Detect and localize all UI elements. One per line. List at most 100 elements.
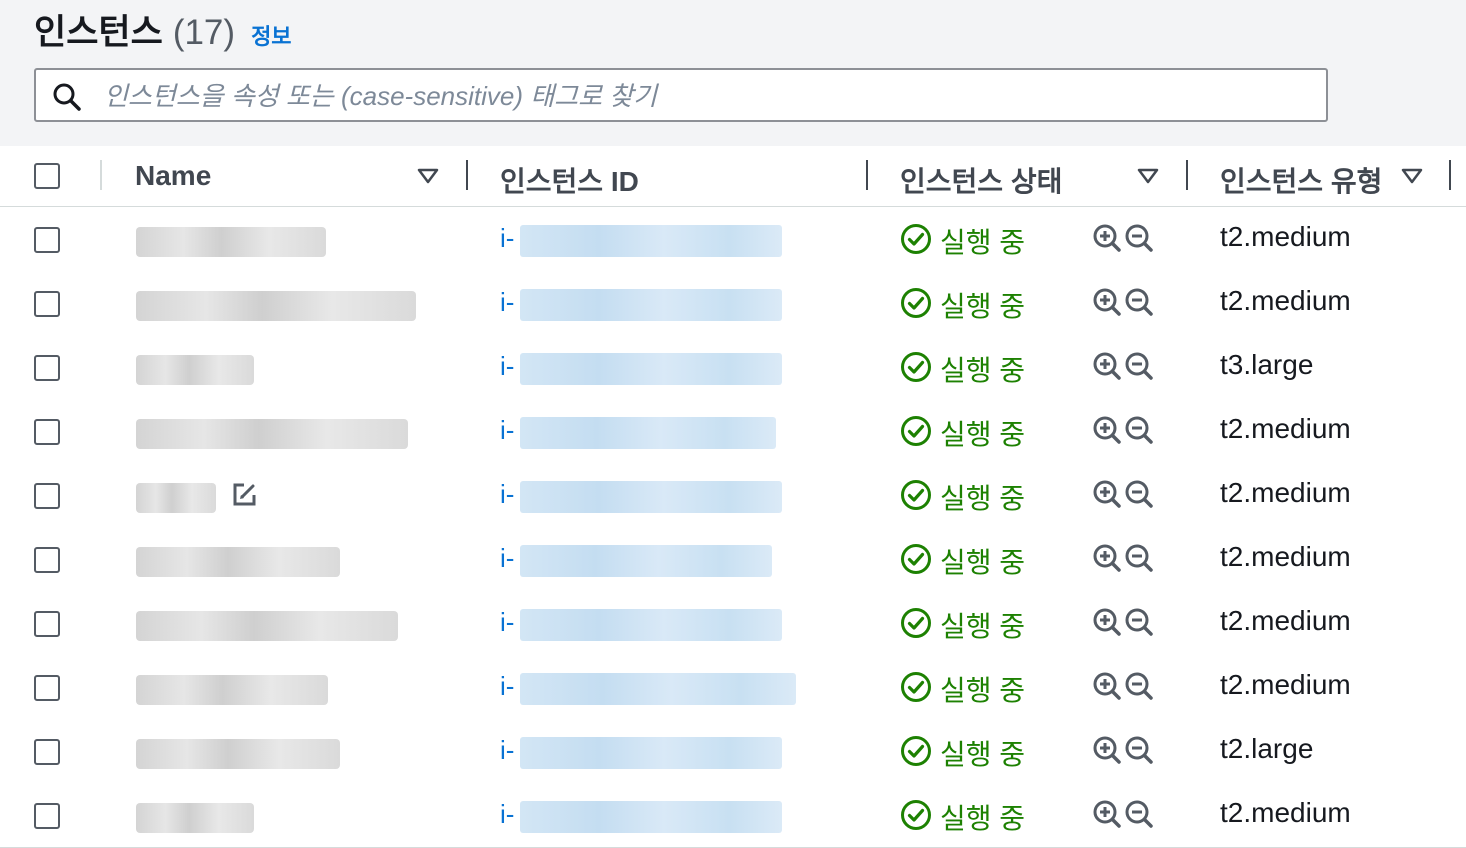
row-checkbox[interactable]: [34, 675, 60, 701]
row-checkbox[interactable]: [34, 547, 60, 573]
instance-id-link[interactable]: i-: [500, 735, 514, 766]
column-resizer[interactable]: [1186, 160, 1188, 190]
zoom-in-icon[interactable]: [1092, 735, 1122, 765]
instance-id-link[interactable]: i-: [500, 671, 514, 702]
table-row[interactable]: i- 실행 중 t2.medium: [0, 783, 1466, 848]
check-circle-icon: [901, 544, 931, 574]
instance-id-link[interactable]: i-: [500, 543, 514, 574]
instance-id-link[interactable]: i-: [500, 415, 514, 446]
zoom-out-icon[interactable]: [1124, 735, 1154, 765]
zoom-out-icon[interactable]: [1124, 799, 1154, 829]
zoom-out-icon[interactable]: [1124, 671, 1154, 701]
instance-type: t2.medium: [1220, 797, 1351, 828]
instance-name-redacted: [136, 355, 254, 385]
sort-down-icon[interactable]: [417, 168, 439, 184]
search-box: [34, 68, 1328, 122]
row-checkbox[interactable]: [34, 227, 60, 253]
zoom-in-icon[interactable]: [1092, 607, 1122, 637]
instance-state: 실행 중: [940, 355, 1026, 386]
column-header-instance-type[interactable]: 인스턴스 유형: [1220, 160, 1382, 200]
instance-type: t2.medium: [1220, 605, 1351, 636]
instance-id-link[interactable]: i-: [500, 799, 514, 830]
column-resizer[interactable]: [1449, 160, 1451, 190]
zoom-in-icon[interactable]: [1092, 543, 1122, 573]
zoom-out-icon[interactable]: [1124, 479, 1154, 509]
instance-type: t2.medium: [1220, 477, 1351, 508]
check-circle-icon: [901, 352, 931, 382]
table-row[interactable]: i- 실행 중 t2.medium: [0, 655, 1466, 720]
page-title-text: 인스턴스: [34, 13, 163, 52]
instance-type: t2.large: [1220, 733, 1314, 764]
zoom-out-icon[interactable]: [1124, 351, 1154, 381]
instance-state: 실행 중: [940, 227, 1026, 258]
zoom-in-icon[interactable]: [1092, 223, 1122, 253]
zoom-in-icon[interactable]: [1092, 799, 1122, 829]
row-checkbox[interactable]: [34, 803, 60, 829]
zoom-out-icon[interactable]: [1124, 223, 1154, 253]
instance-count: (17): [172, 13, 236, 52]
instance-name-redacted: [136, 227, 326, 257]
table-row[interactable]: i- 실행 중 t2.medium: [0, 271, 1466, 336]
instance-type: t2.medium: [1220, 413, 1351, 444]
zoom-out-icon[interactable]: [1124, 543, 1154, 573]
row-checkbox[interactable]: [34, 611, 60, 637]
instance-state: 실행 중: [940, 803, 1026, 834]
instance-id-redacted: [520, 353, 782, 385]
row-checkbox[interactable]: [34, 419, 60, 445]
edit-icon[interactable]: [230, 481, 258, 509]
instance-id-redacted: [520, 289, 782, 321]
row-checkbox[interactable]: [34, 355, 60, 381]
check-circle-icon: [901, 224, 931, 254]
table-row[interactable]: i- 실행 중 t2.medium: [0, 527, 1466, 592]
table-row[interactable]: i- 실행 중 t3.large: [0, 335, 1466, 400]
info-link[interactable]: 정보: [251, 19, 291, 51]
check-circle-icon: [901, 672, 931, 702]
instance-state: 실행 중: [940, 291, 1026, 322]
instance-id-link[interactable]: i-: [500, 607, 514, 638]
row-checkbox[interactable]: [34, 483, 60, 509]
zoom-in-icon[interactable]: [1092, 671, 1122, 701]
zoom-in-icon[interactable]: [1092, 351, 1122, 381]
zoom-out-icon[interactable]: [1124, 287, 1154, 317]
table-row[interactable]: i- 실행 중 t2.large: [0, 719, 1466, 784]
search-icon: [53, 83, 81, 111]
instance-name-redacted: [136, 419, 408, 449]
instance-state: 실행 중: [940, 547, 1026, 578]
sort-down-icon[interactable]: [1137, 168, 1159, 184]
zoom-in-icon[interactable]: [1092, 287, 1122, 317]
instance-name-redacted: [136, 803, 254, 833]
zoom-out-icon[interactable]: [1124, 415, 1154, 445]
zoom-in-icon[interactable]: [1092, 415, 1122, 445]
column-resizer[interactable]: [866, 160, 868, 190]
instance-state: 실행 중: [940, 419, 1026, 450]
zoom-out-icon[interactable]: [1124, 607, 1154, 637]
instance-id-link[interactable]: i-: [500, 223, 514, 254]
zoom-in-icon[interactable]: [1092, 479, 1122, 509]
instance-id-link[interactable]: i-: [500, 479, 514, 510]
sort-down-icon[interactable]: [1401, 168, 1423, 184]
column-header-name[interactable]: Name: [135, 160, 211, 192]
column-header-instance-id[interactable]: 인스턴스 ID: [500, 160, 639, 200]
instance-id-redacted: [520, 545, 772, 577]
instance-name-redacted: [136, 291, 416, 321]
select-all-checkbox[interactable]: [34, 163, 60, 189]
check-circle-icon: [901, 736, 931, 766]
row-checkbox[interactable]: [34, 739, 60, 765]
instance-id-link[interactable]: i-: [500, 287, 514, 318]
table-row[interactable]: i- 실행 중 t2.medium: [0, 207, 1466, 272]
instance-id-link[interactable]: i-: [500, 351, 514, 382]
instance-type: t2.medium: [1220, 669, 1351, 700]
column-header-instance-state[interactable]: 인스턴스 상태: [900, 160, 1062, 200]
instance-type: t3.large: [1220, 349, 1314, 380]
table-row[interactable]: i- 실행 중 t2.medium: [0, 463, 1466, 528]
instance-id-redacted: [520, 417, 776, 449]
instance-id-redacted: [520, 737, 782, 769]
table-row[interactable]: i- 실행 중 t2.medium: [0, 591, 1466, 656]
instance-state: 실행 중: [940, 611, 1026, 642]
search-input[interactable]: [102, 78, 1286, 114]
table-row[interactable]: i- 실행 중 t2.medium: [0, 399, 1466, 464]
instance-state: 실행 중: [940, 483, 1026, 514]
column-resizer[interactable]: [466, 160, 468, 190]
instance-name-redacted: [136, 739, 340, 769]
row-checkbox[interactable]: [34, 291, 60, 317]
